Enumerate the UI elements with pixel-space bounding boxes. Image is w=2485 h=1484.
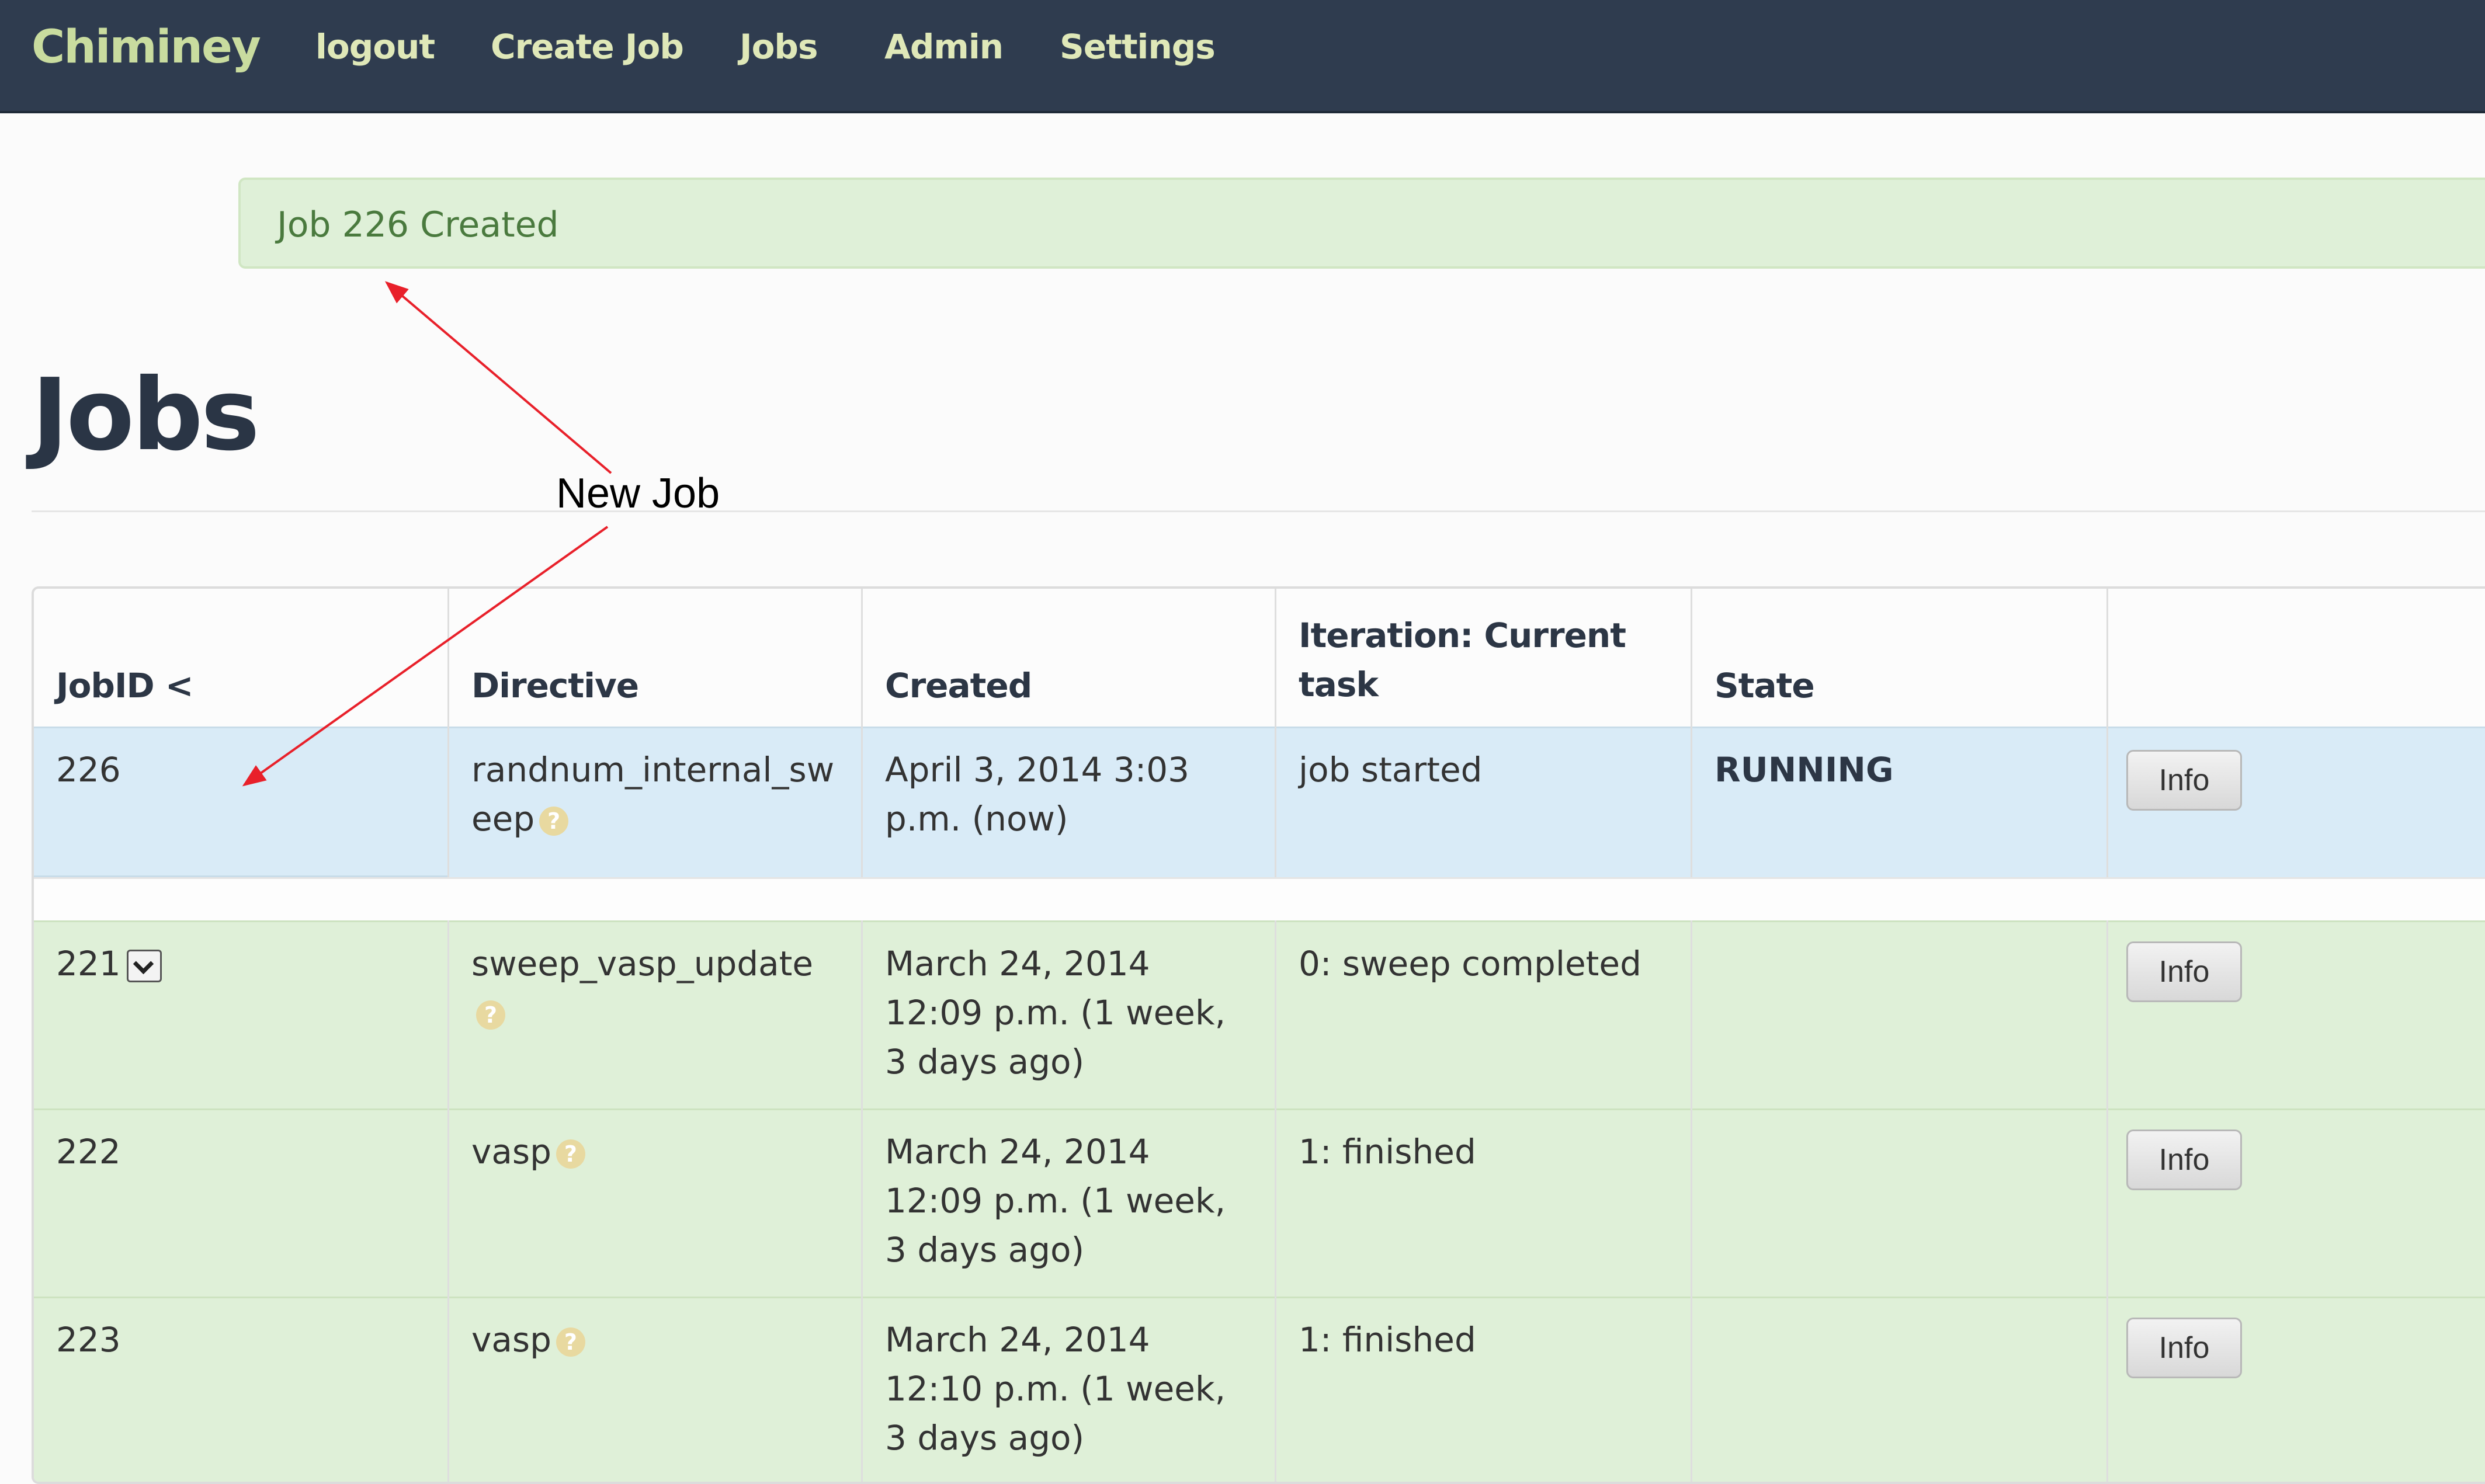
annotation-arrows	[242, 281, 612, 787]
arrow-to-job-row	[242, 526, 609, 787]
arrow-to-alert	[384, 281, 612, 474]
